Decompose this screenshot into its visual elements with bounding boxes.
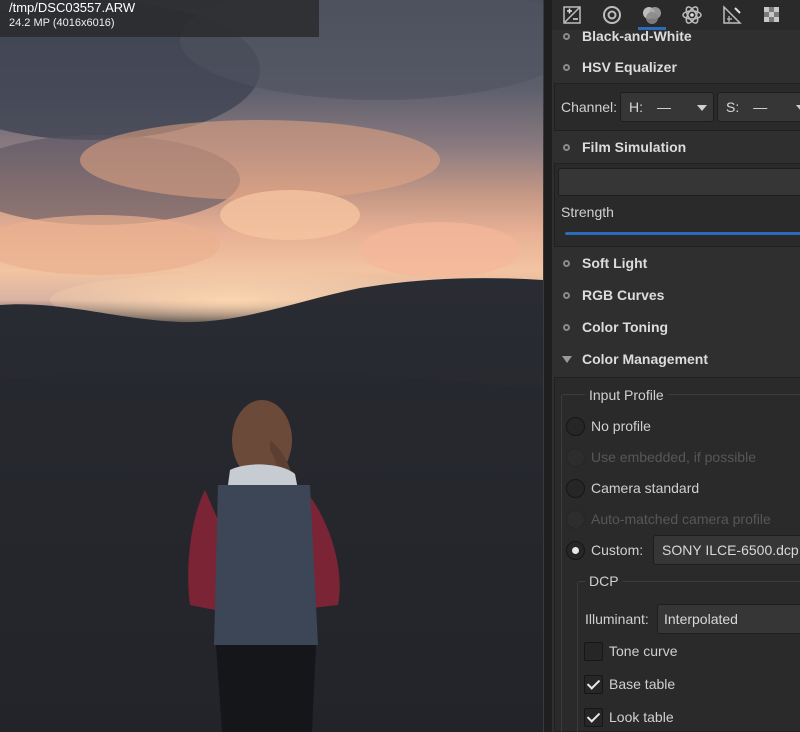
exposure-icon [563,6,581,24]
custom-profile-file-button[interactable]: SONY ILCE-6500.dcp [653,535,800,565]
section-hsv-equalizer[interactable]: HSV Equalizer [552,51,800,83]
h-value: — [657,99,671,115]
s-channel-combo[interactable]: S: — [717,92,800,122]
film-simulation-panel: Strength [554,163,800,247]
section-label: Color Toning [582,319,669,335]
tab-detail[interactable] [592,0,632,30]
use-embedded-radio[interactable] [566,448,585,467]
photo-canvas [0,0,543,732]
section-color-management[interactable]: Color Management [552,343,800,375]
h-label: H: [629,99,643,115]
tone-curve-checkbox[interactable] [584,642,603,661]
section-label: HSV Equalizer [582,59,677,75]
tab-advanced[interactable] [672,0,712,30]
h-channel-combo[interactable]: H: — [620,92,714,122]
look-table-checkbox[interactable] [584,708,603,727]
dcp-title: DCP [585,573,623,589]
section-label: Black-and-White [582,28,692,44]
look-table-label: Look table [609,709,674,725]
no-profile-label: No profile [591,418,651,434]
tone-curve-label: Tone curve [609,643,678,659]
raw-icon [764,7,779,22]
advanced-icon [682,6,702,24]
s-value: — [753,99,768,115]
input-profile-title: Input Profile [585,387,668,403]
camera-standard-radio[interactable] [566,479,585,498]
strength-label: Strength [561,204,614,220]
custom-profile-value: SONY ILCE-6500.dcp [662,542,799,558]
bullet-icon [563,291,570,299]
tab-color[interactable] [632,0,672,30]
custom-label: Custom: [591,542,644,558]
base-table-checkbox[interactable] [584,675,603,694]
section-label: RGB Curves [582,287,665,303]
illuminant-label: Illuminant: [585,611,649,627]
tab-raw[interactable] [752,0,792,30]
channel-label: Channel: [561,99,618,115]
section-color-toning[interactable]: Color Toning [552,311,800,343]
expanded-triangle-icon [562,355,572,363]
tool-panel: Black-and-White HSV Equalizer Channel: H… [552,0,800,732]
illuminant-value: Interpolated [664,611,738,627]
file-name: /tmp/DSC03557.ARW [9,0,136,15]
color-management-panel: Input Profile No profile Use embedded, i… [554,377,800,732]
image-preview[interactable]: /tmp/DSC03557.ARW 24.2 MP (4016x6016) [0,0,543,732]
detail-icon [603,6,621,24]
tab-exposure[interactable] [552,0,592,30]
auto-matched-label: Auto-matched camera profile [591,511,771,527]
bullet-icon [563,259,570,267]
panel-divider[interactable] [543,0,552,732]
section-soft-light[interactable]: Soft Light [552,247,800,279]
file-info-overlay: /tmp/DSC03557.ARW 24.2 MP (4016x6016) [0,0,319,37]
bullet-icon [563,32,570,40]
file-dimensions: 24.2 MP (4016x6016) [9,17,115,29]
bullet-icon [563,63,570,71]
use-embedded-label: Use embedded, if possible [591,449,756,465]
chevron-down-icon [697,105,707,111]
bullet-icon [563,143,570,151]
section-film-simulation[interactable]: Film Simulation [552,131,800,163]
transform-icon [723,5,742,24]
bullet-icon [563,323,570,331]
film-profile-selector[interactable] [558,168,800,196]
color-icon [643,7,661,24]
illuminant-combo[interactable]: Interpolated [657,604,800,634]
section-label: Soft Light [582,255,648,271]
tab-transform[interactable] [712,0,752,30]
hsv-equalizer-panel: Channel: H: — S: — [554,83,800,131]
s-label: S: [726,99,740,115]
section-rgb-curves[interactable]: RGB Curves [552,279,800,311]
tool-tabs [552,0,800,30]
no-profile-radio[interactable] [566,417,585,436]
base-table-label: Base table [609,676,676,692]
chevron-down-icon [796,105,800,111]
section-label: Film Simulation [582,139,687,155]
custom-radio[interactable] [566,541,585,560]
auto-matched-radio[interactable] [566,510,585,529]
camera-standard-label: Camera standard [591,480,700,496]
strength-slider[interactable] [565,232,800,235]
section-label: Color Management [582,351,709,367]
